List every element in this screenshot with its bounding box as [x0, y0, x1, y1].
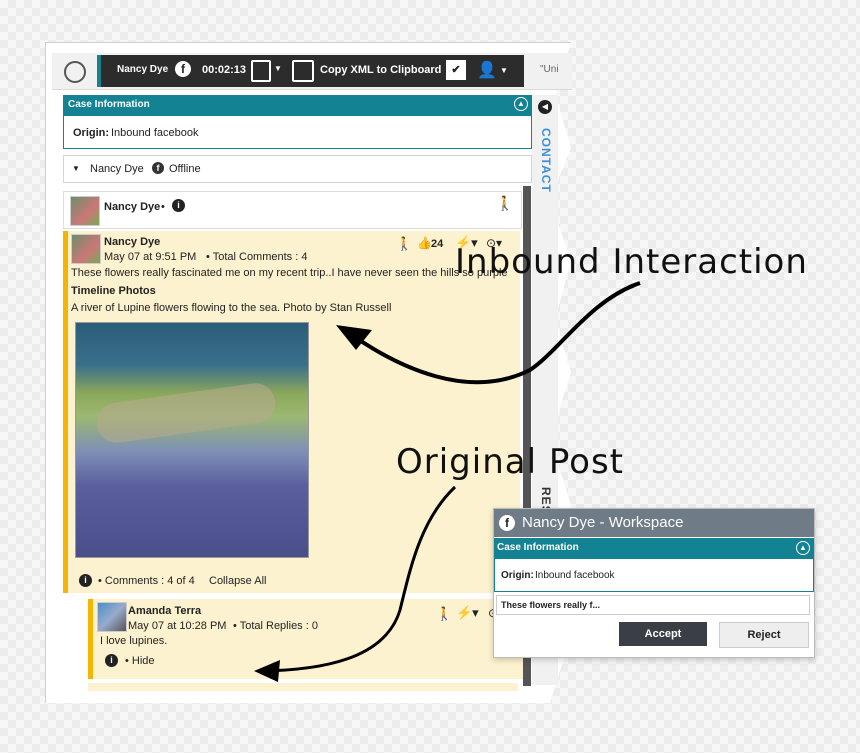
inbound-annotation: Inbound Interaction: [455, 242, 808, 282]
toast-origin-label: Origin:: [501, 570, 534, 581]
toast-preview-text: These flowers really f...: [501, 600, 601, 610]
toast-case-title: Case Information: [497, 542, 579, 553]
toast-title: Nancy Dye - Workspace: [522, 514, 684, 531]
original-arrowhead: [254, 660, 280, 682]
original-arrow: [261, 485, 457, 673]
inbound-arrow: [343, 281, 641, 385]
accept-button[interactable]: Accept: [619, 622, 707, 646]
toast-header: f Nancy Dye - Workspace: [494, 509, 814, 537]
facebook-icon: f: [499, 515, 515, 531]
workspace-toast: f Nancy Dye - Workspace Case Information…: [493, 508, 815, 658]
collapse-icon[interactable]: ▲: [796, 541, 810, 555]
original-annotation: Original Post: [396, 442, 624, 482]
toast-origin-value: Inbound facebook: [535, 570, 615, 581]
toast-origin: Origin: Inbound facebook: [494, 558, 814, 592]
reject-button[interactable]: Reject: [719, 622, 809, 648]
toast-case-header: Case Information ▲: [494, 538, 814, 558]
toast-preview: These flowers really f...: [496, 595, 810, 615]
